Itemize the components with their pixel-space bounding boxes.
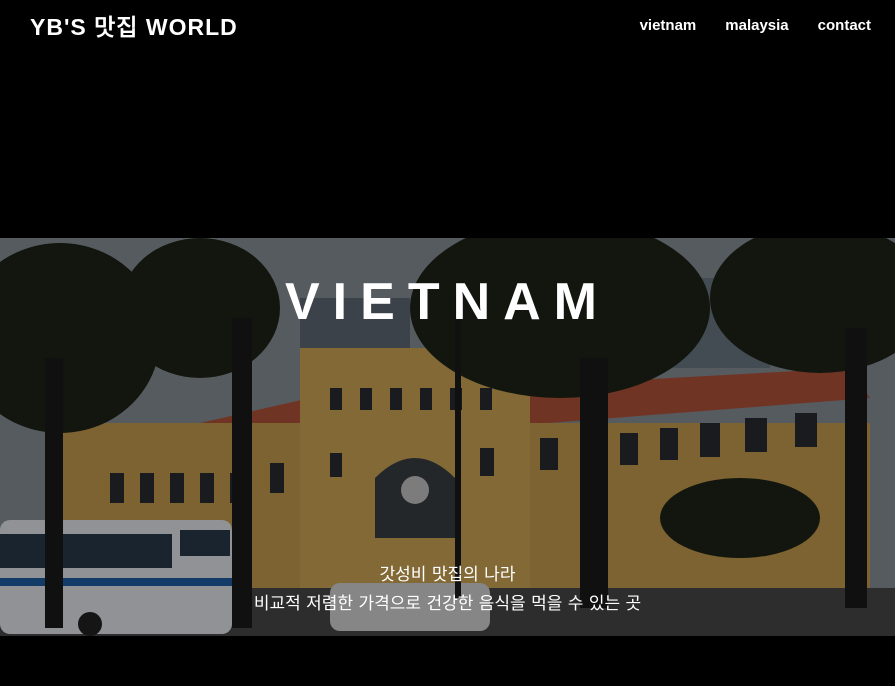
nav-menu: vietnam malaysia contact <box>640 17 871 34</box>
hero-section: VIETNAM 갓성비 맛집의 나라 비교적 저렴한 가격으로 건강한 음식을 … <box>0 238 895 636</box>
nav-link-malaysia[interactable]: malaysia <box>725 17 788 34</box>
brand-logo[interactable]: YB'S 맛집 WORLD <box>30 8 238 42</box>
hero-subtitle-line-2: 비교적 저렴한 가격으로 건강한 음식을 먹을 수 있는 곳 <box>253 594 642 614</box>
hero-title: VIETNAM <box>285 273 610 331</box>
nav-link-vietnam[interactable]: vietnam <box>640 17 697 34</box>
nav-link-contact[interactable]: contact <box>818 17 871 34</box>
top-navbar: YB'S 맛집 WORLD vietnam malaysia contact <box>0 0 895 50</box>
hero-subtitle-line-1: 갓성비 맛집의 나라 <box>379 565 516 585</box>
